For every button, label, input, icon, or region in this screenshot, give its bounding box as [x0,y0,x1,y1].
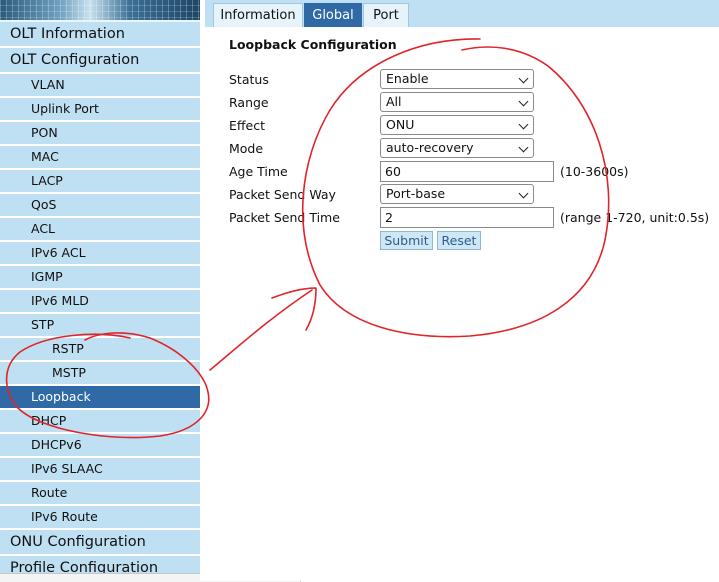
packet-send-way-value: Port-base [386,186,446,201]
mode-select[interactable]: auto-recovery [380,138,534,158]
sidebar-item-pon[interactable]: PON [0,122,200,146]
tab-information[interactable]: Information [213,3,303,27]
effect-row: Effect ONU [229,115,709,137]
reset-button[interactable]: Reset [437,231,481,250]
sidebar-item-dhcpv6[interactable]: DHCPv6 [0,434,200,458]
status-row: Status Enable [229,69,709,91]
main-content: Loopback Configuration Status Enable Ran… [200,27,719,581]
sidebar-item-loopback[interactable]: Loopback [0,386,200,410]
age-time-hint: (10-3600s) [560,164,629,179]
sidebar-item-rstp[interactable]: RSTP [0,338,200,362]
range-select[interactable]: All [380,92,534,112]
chevron-down-icon [518,188,529,199]
status-value: Enable [386,71,429,86]
sidebar: OLT Information OLT Configuration VLAN U… [0,0,200,582]
sidebar-item-uplink-port[interactable]: Uplink Port [0,98,200,122]
packet-send-time-input[interactable]: 2 [380,207,554,228]
packet-send-time-label: Packet Send Time [229,210,340,225]
range-row: Range All [229,92,709,114]
packet-send-time-hint: (range 1-720, unit:0.5s) [560,210,710,225]
mode-row: Mode auto-recovery [229,138,709,160]
sidebar-item-ipv6-mld[interactable]: IPv6 MLD [0,290,200,314]
packet-send-way-select[interactable]: Port-base [380,184,534,204]
packet-send-time-row: Packet Send Time 2 (range 1-720, unit:0.… [229,207,709,229]
sidebar-item-ipv6-acl[interactable]: IPv6 ACL [0,242,200,266]
status-select[interactable]: Enable [380,69,534,89]
effect-label: Effect [229,118,265,133]
effect-select[interactable]: ONU [380,115,534,135]
packet-send-way-label: Packet Send Way [229,187,336,202]
status-label: Status [229,72,269,87]
chevron-down-icon [518,96,529,107]
sidebar-item-mac[interactable]: MAC [0,146,200,170]
chevron-down-icon [518,142,529,153]
sidebar-item-lacp[interactable]: LACP [0,170,200,194]
sidebar-item-qos[interactable]: QoS [0,194,200,218]
sidebar-item-stp[interactable]: STP [0,314,200,338]
sidebar-section-onu-configuration[interactable]: ONU Configuration [0,530,200,556]
sidebar-item-route[interactable]: Route [0,482,200,506]
sidebar-section-olt-information[interactable]: OLT Information [0,22,200,48]
sidebar-item-acl[interactable]: ACL [0,218,200,242]
mode-label: Mode [229,141,264,156]
tab-global[interactable]: Global [304,3,362,27]
sidebar-item-ipv6-slaac[interactable]: IPv6 SLAAC [0,458,200,482]
banner-logo [0,0,200,20]
mode-value: auto-recovery [386,140,474,155]
range-label: Range [229,95,269,110]
age-time-label: Age Time [229,164,288,179]
tab-bar: Information Global Port [205,0,719,27]
sidebar-item-dhcp[interactable]: DHCP [0,410,200,434]
packet-send-way-row: Packet Send Way Port-base [229,184,709,206]
chevron-down-icon [518,73,529,84]
range-value: All [386,94,402,109]
sidebar-item-igmp[interactable]: IGMP [0,266,200,290]
page-title: Loopback Configuration [229,37,397,52]
tab-port[interactable]: Port [363,3,409,27]
sidebar-item-vlan[interactable]: VLAN [0,74,200,98]
sidebar-item-mstp[interactable]: MSTP [0,362,200,386]
sidebar-section-olt-configuration[interactable]: OLT Configuration [0,48,200,74]
age-time-input[interactable]: 60 [380,161,554,182]
submit-button[interactable]: Submit [380,231,433,250]
age-time-row: Age Time 60 (10-3600s) [229,161,709,183]
sidebar-item-ipv6-route[interactable]: IPv6 Route [0,506,200,530]
chevron-down-icon [518,119,529,130]
effect-value: ONU [386,117,415,132]
